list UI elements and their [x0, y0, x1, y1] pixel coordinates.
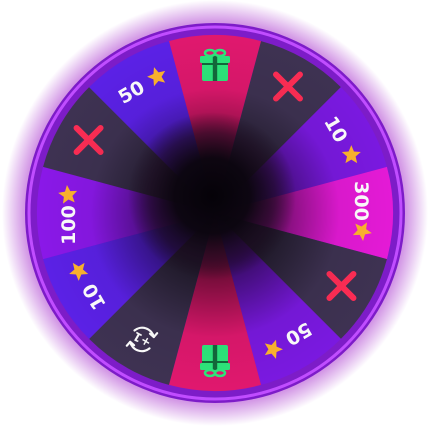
- wheel-hub: [128, 112, 296, 280]
- prize-wheel[interactable]: 1030050+11010050: [0, 0, 430, 426]
- prize-wheel-graphic: 1030050+11010050: [2, 0, 428, 426]
